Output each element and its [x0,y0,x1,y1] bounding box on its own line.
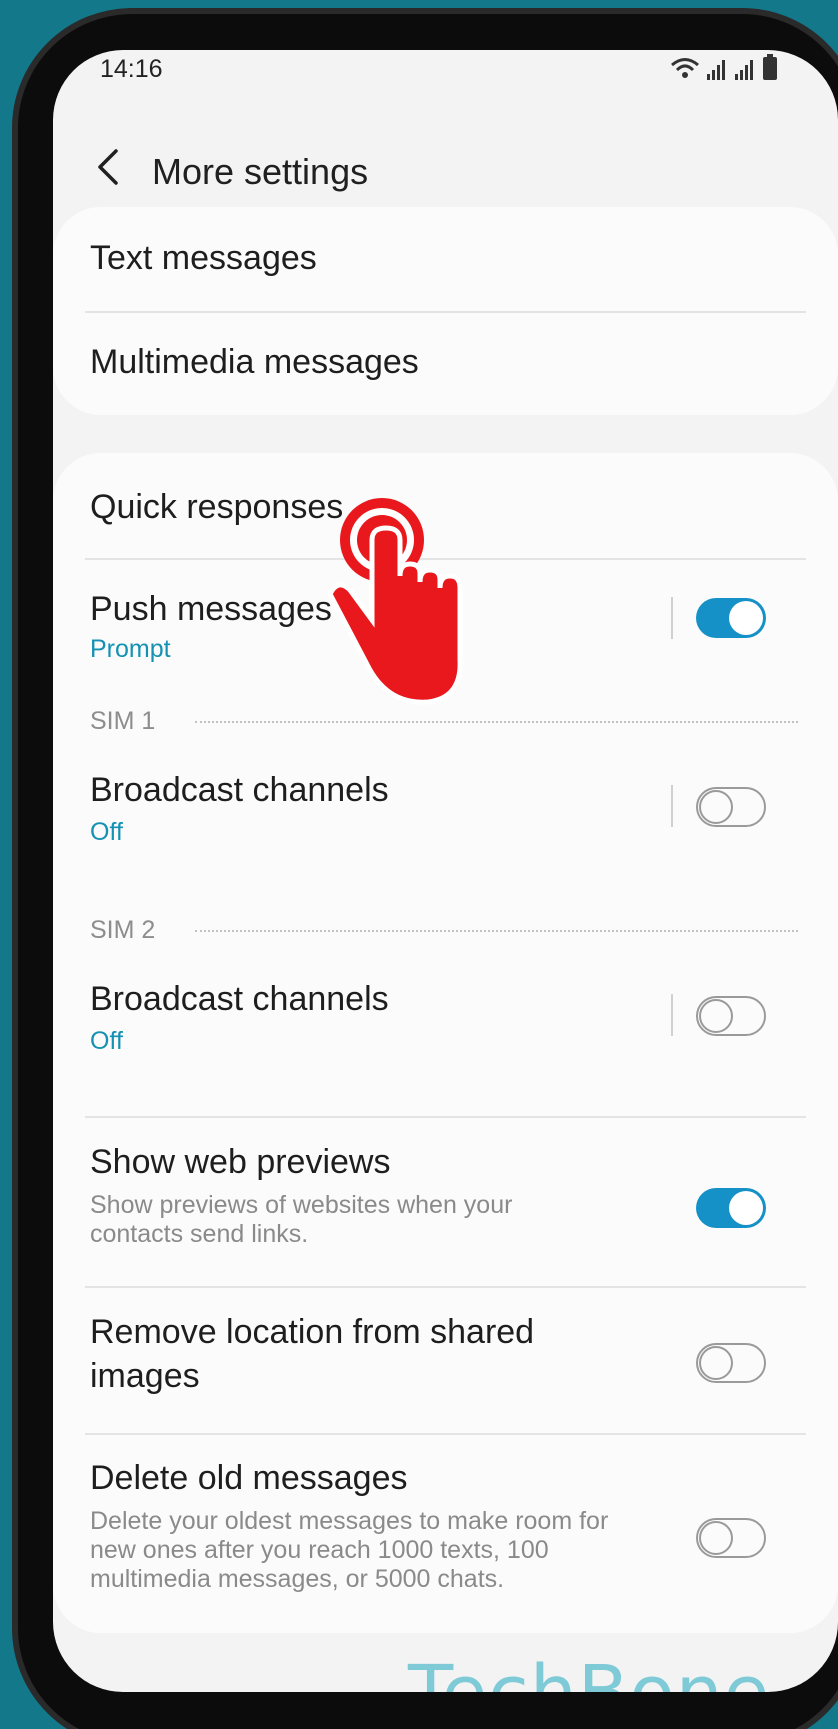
toggle-knob [729,1191,763,1225]
divider [85,311,806,313]
push-messages-status: Prompt [90,635,171,663]
back-button[interactable] [83,142,133,192]
delete-old-messages-description: Delete your oldest messages to make room… [90,1507,609,1593]
battery-icon [763,54,777,80]
status-bar: 14:16 [53,50,838,100]
page-title: More settings [152,151,369,192]
toggle-knob [699,999,733,1033]
section-divider-dots [195,721,798,723]
remove-location-title-line2[interactable]: images [90,1357,200,1396]
chevron-left-icon [98,149,118,185]
settings-group-messages: Text messages Multimedia messages [53,207,838,415]
status-time: 14:16 [100,55,163,83]
tap-hand-icon [327,498,463,705]
sim1-broadcast-channels-status: Off [90,818,123,846]
sim2-section-label: SIM 2 [90,916,156,944]
remove-location-toggle[interactable] [696,1343,766,1383]
divider [85,1433,806,1435]
remove-location-title-line1[interactable]: Remove location from shared [90,1313,534,1352]
signal-sim1-icon [707,60,725,80]
text-messages-item[interactable]: Text messages [90,239,317,278]
multimedia-messages-item[interactable]: Multimedia messages [90,343,419,382]
sim1-broadcast-channels-title[interactable]: Broadcast channels [90,771,389,810]
section-divider-dots [195,930,798,932]
sim1-broadcast-toggle[interactable] [696,787,766,827]
toggle-knob [699,1346,733,1380]
push-messages-toggle[interactable] [696,598,766,638]
push-messages-title[interactable]: Push messages [90,590,332,629]
sim2-broadcast-channels-status: Off [90,1027,123,1055]
toggle-knob [699,1521,733,1555]
delete-old-messages-toggle[interactable] [696,1518,766,1558]
quick-responses-item[interactable]: Quick responses [90,488,343,527]
signal-sim2-icon [735,60,753,80]
vertical-separator [671,994,673,1036]
wifi-icon [671,58,699,78]
sim2-broadcast-channels-title[interactable]: Broadcast channels [90,980,389,1019]
web-previews-title[interactable]: Show web previews [90,1143,390,1182]
web-previews-toggle[interactable] [696,1188,766,1228]
status-icons [670,54,778,80]
delete-old-messages-title[interactable]: Delete old messages [90,1459,408,1498]
vertical-separator [671,597,673,639]
divider [85,1116,806,1118]
toggle-knob [729,601,763,635]
sim2-broadcast-toggle[interactable] [696,996,766,1036]
vertical-separator [671,785,673,827]
web-previews-description: Show previews of websites when your cont… [90,1191,513,1248]
app-header: More settings [53,120,838,220]
divider [85,1286,806,1288]
phone-screen: 14:16 More settings Text messages Multim… [53,50,838,1692]
toggle-knob [699,790,733,824]
techbone-watermark: TechBone [408,1650,770,1692]
sim1-section-label: SIM 1 [90,707,156,735]
